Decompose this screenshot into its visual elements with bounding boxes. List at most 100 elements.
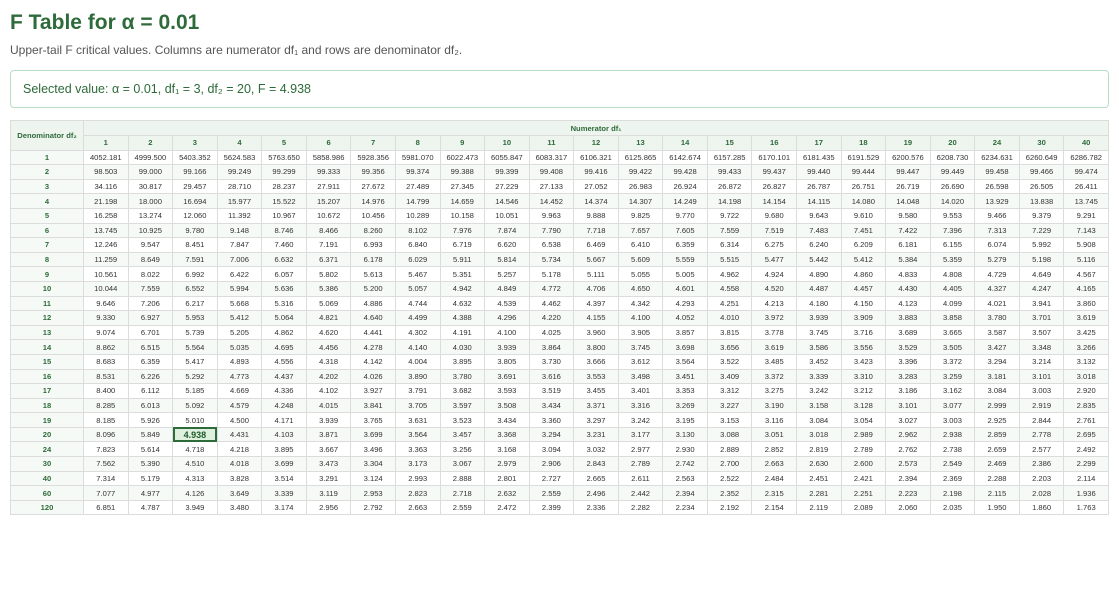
table-cell[interactable]: 3.256 [439,441,486,458]
table-cell[interactable]: 3.077 [929,397,976,414]
table-cell[interactable]: 7.790 [528,222,575,239]
table-cell[interactable]: 7.483 [796,222,842,239]
table-cell[interactable]: 3.949 [172,499,218,516]
table-cell[interactable]: 2.659 [974,441,1020,458]
table-cell[interactable]: 3.864 [528,339,575,355]
table-cell[interactable]: 4.441 [350,324,396,341]
table-cell[interactable]: 5.412 [216,310,263,326]
table-cell[interactable]: 5.412 [840,251,887,268]
table-cell[interactable]: 5.739 [172,324,218,341]
table-cell[interactable]: 2.492 [1063,441,1109,458]
table-cell[interactable]: 2.989 [840,426,887,443]
table-cell[interactable]: 26.751 [840,178,887,195]
table-cell[interactable]: 15.522 [261,193,307,209]
table-cell[interactable]: 5.292 [172,368,218,385]
table-cell[interactable]: 3.745 [796,324,842,341]
table-cell[interactable]: 3.316 [617,397,664,414]
table-cell[interactable]: 9.770 [662,207,708,224]
table-cell[interactable]: 2.549 [929,456,976,472]
table-cell[interactable]: 5.559 [662,251,708,268]
table-cell[interactable]: 5.667 [573,251,619,268]
table-cell[interactable]: 7.559 [706,222,753,239]
table-cell[interactable]: 3.507 [1018,324,1065,341]
table-cell[interactable]: 3.745 [617,339,664,355]
table-cell[interactable]: 2.844 [1018,412,1065,428]
table-cell[interactable]: 3.003 [1018,383,1065,399]
table-cell[interactable]: 8.185 [83,412,129,428]
table-cell[interactable]: 3.665 [929,324,976,341]
table-cell[interactable]: 4.833 [885,266,931,282]
table-cell[interactable]: 3.455 [573,383,619,399]
table-cell[interactable]: 6.181 [885,237,931,253]
table-cell[interactable]: 5.849 [127,426,174,443]
table-cell[interactable]: 3.485 [751,353,797,370]
table-cell[interactable]: 10.158 [439,207,486,224]
table-cell[interactable]: 7.874 [484,222,530,239]
table-cell[interactable]: 2.522 [706,470,753,487]
table-cell[interactable]: 3.130 [662,426,708,443]
table-cell[interactable]: 6.359 [662,237,708,253]
table-cell[interactable]: 3.498 [617,368,664,385]
table-cell[interactable]: 2.451 [796,470,842,487]
table-cell[interactable]: 14.307 [617,193,664,209]
table-cell[interactable]: 4.142 [350,353,396,370]
table-cell[interactable]: 3.396 [885,353,931,370]
table-cell[interactable]: 6181.435 [796,149,842,166]
table-cell[interactable]: 3.088 [706,426,753,443]
table-cell[interactable]: 2.315 [751,485,797,501]
table-cell[interactable]: 10.044 [83,280,129,297]
table-cell[interactable]: 3.304 [350,456,396,472]
table-cell[interactable]: 4.437 [261,368,307,385]
table-cell[interactable]: 2.299 [1063,456,1109,472]
table-cell[interactable]: 4.650 [617,280,664,297]
table-cell[interactable]: 3.883 [885,310,931,326]
table-cell[interactable]: 27.052 [573,178,619,195]
table-cell[interactable]: 4.510 [172,456,218,472]
table-cell[interactable]: 14.020 [929,193,976,209]
table-cell[interactable]: 99.433 [706,164,753,180]
table-cell[interactable]: 3.701 [1018,310,1065,326]
table-cell[interactable]: 5624.583 [216,149,263,166]
table-cell[interactable]: 4.010 [706,310,753,326]
table-cell[interactable]: 4.123 [885,295,931,312]
table-cell[interactable]: 4.462 [528,295,575,312]
table-cell[interactable]: 3.631 [394,412,441,428]
table-cell[interactable]: 2.843 [573,456,619,472]
table-cell[interactable]: 99.388 [439,164,486,180]
table-cell[interactable]: 2.573 [885,456,931,472]
table-cell[interactable]: 3.716 [840,324,887,341]
table-cell[interactable]: 4.313 [172,470,218,487]
table-cell[interactable]: 5.477 [751,251,797,268]
table-cell[interactable]: 5.614 [127,441,174,458]
table-cell[interactable]: 8.451 [172,237,218,253]
table-cell[interactable]: 3.941 [1018,295,1065,312]
table-cell[interactable]: 5.467 [394,266,441,282]
table-cell[interactable]: 5.200 [350,280,396,297]
table-cell[interactable]: 8.862 [83,339,129,355]
table-cell[interactable]: 3.195 [662,412,708,428]
table-cell[interactable]: 3.371 [573,397,619,414]
table-cell[interactable]: 3.860 [1063,295,1109,312]
table-cell[interactable]: 2.979 [484,456,530,472]
table-cell[interactable]: 5.992 [1018,237,1065,253]
table-cell[interactable]: 2.962 [885,426,931,443]
table-cell[interactable]: 3.372 [929,353,976,370]
table-cell[interactable]: 11.259 [83,251,129,268]
table-cell[interactable]: 3.214 [1018,353,1065,370]
table-cell[interactable]: 4.405 [929,280,976,297]
table-cell[interactable]: 4.140 [394,339,441,355]
table-cell[interactable]: 7.422 [885,222,931,239]
table-cell[interactable]: 5.055 [617,266,664,282]
table-cell[interactable]: 3.778 [751,324,797,341]
table-cell[interactable]: 6.620 [484,237,530,253]
table-cell[interactable]: 15.977 [216,193,263,209]
table-cell[interactable]: 4.487 [796,280,842,297]
table-cell[interactable]: 2.442 [617,485,664,501]
table-cell[interactable]: 5.442 [796,251,842,268]
table-cell[interactable]: 5.198 [1018,251,1065,268]
table-cell[interactable]: 9.330 [83,310,129,326]
table-cell[interactable]: 99.447 [885,164,931,180]
table-cell[interactable]: 14.799 [394,193,441,209]
table-cell[interactable]: 6.057 [261,266,307,282]
table-cell[interactable]: 4.100 [617,310,664,326]
